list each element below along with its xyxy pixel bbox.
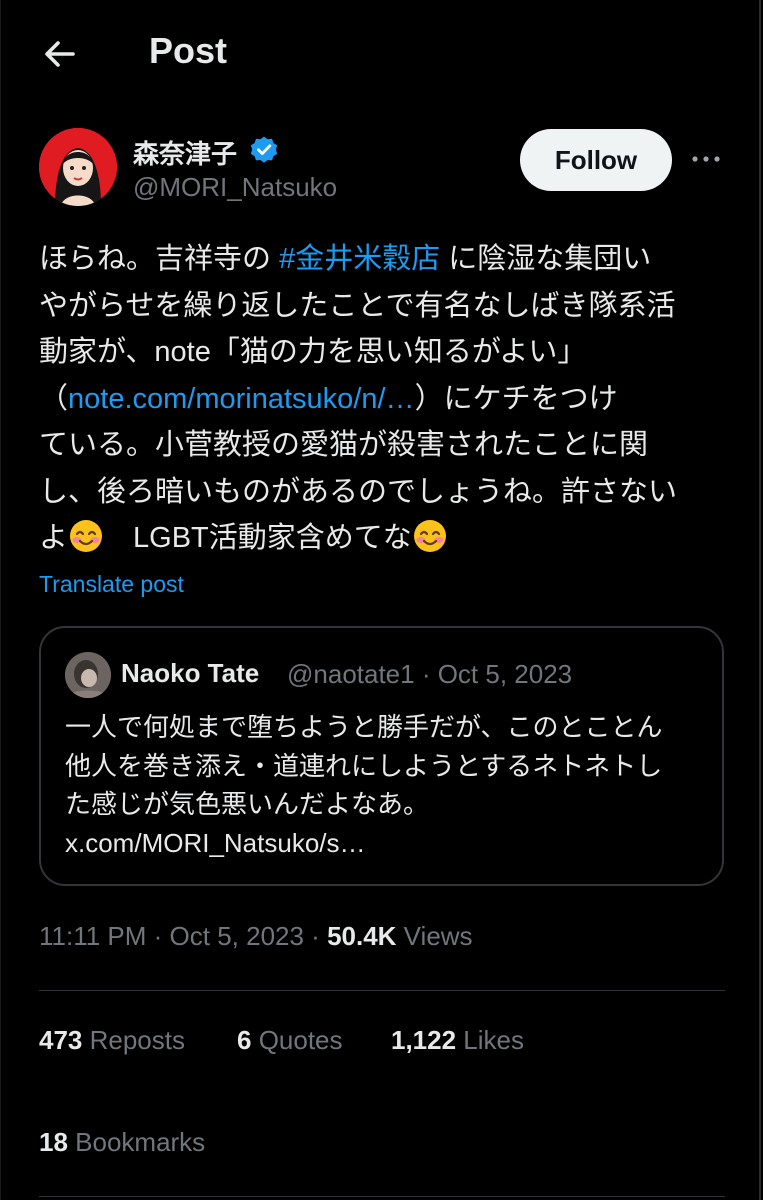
post-line: やがらせを繰り返したことで有名なしばき隊系活 xyxy=(39,289,676,322)
author-name[interactable]: 森奈津子 xyxy=(133,134,237,171)
post-line: よ LGBT活動家含めてな xyxy=(39,515,729,562)
translate-post-link[interactable]: Translate post xyxy=(39,571,184,598)
top-bar: Post xyxy=(1,0,762,108)
hashtag-link[interactable]: #金井米穀店 xyxy=(279,243,440,275)
quoted-line: た感じが気色悪いんだよなあ。 xyxy=(65,789,430,819)
smiling-face-emoji-icon xyxy=(413,520,446,552)
more-options-icon[interactable] xyxy=(689,146,723,172)
page-title: Post xyxy=(149,30,228,71)
reposts-stat[interactable]: 473 Reposts xyxy=(39,1025,185,1056)
follow-button[interactable]: Follow xyxy=(520,129,672,191)
views-count: 50.4K xyxy=(327,921,397,951)
quoted-line: 他人を巻き添え・道連れにしようとするネトネトし xyxy=(65,750,663,781)
quoted-author-name[interactable]: Naoko Tate xyxy=(121,658,259,689)
views-label: Views xyxy=(396,921,473,951)
bookmarks-stat[interactable]: 18 Bookmarks xyxy=(39,1127,205,1158)
author-handle[interactable]: @MORI_Natsuko xyxy=(133,172,337,203)
post-line: 動家が、note「猫の力を思い知るがよい」 xyxy=(39,336,587,368)
divider xyxy=(39,990,725,991)
post-line: ている。小菅教授の愛猫が殺害されたことに関 xyxy=(39,429,649,461)
smiling-face-emoji-icon xyxy=(70,520,103,552)
post-line: し、後ろ暗いものがあるのでしょうね。許さない xyxy=(39,475,678,508)
quoted-line: 一人で何処まで堕ちようと勝手だが、このとことん xyxy=(65,712,663,742)
post-line: ほらね。吉祥寺の #金井米穀店 に陰湿な集団い xyxy=(39,243,652,275)
verified-badge-icon xyxy=(250,136,278,163)
quoted-link[interactable]: x.com/MORI_Natsuko/s… xyxy=(65,824,705,863)
post-text: ほらね。吉祥寺の #金井米穀店 に陰湿な集団い やがらせを繰り返したことで有名な… xyxy=(39,236,729,562)
quoted-post-text: 一人で何処まで堕ちようと勝手だが、このとことん 他人を巻き添え・道連れにしようと… xyxy=(65,708,705,862)
quoted-post-card[interactable]: Naoko Tate @naotate1 · Oct 5, 2023 一人で何処… xyxy=(39,626,724,886)
post-timestamp-views: 11:11 PM · Oct 5, 2023 · 50.4K Views xyxy=(39,921,473,952)
note-link[interactable]: note.com/morinatsuko/n/… xyxy=(68,383,415,415)
post-timestamp[interactable]: 11:11 PM · Oct 5, 2023 · xyxy=(39,921,327,951)
likes-stat[interactable]: 1,122 Likes xyxy=(391,1025,524,1056)
quotes-stat[interactable]: 6 Quotes xyxy=(237,1025,343,1056)
back-arrow-icon[interactable] xyxy=(39,34,79,74)
quoted-author-avatar[interactable] xyxy=(65,652,111,698)
quoted-handle-date: @naotate1 · Oct 5, 2023 xyxy=(287,659,573,689)
screen: Post 森奈津子 @MORI_Natsuko Follow ほらね。吉祥寺の … xyxy=(0,0,761,1200)
author-avatar[interactable] xyxy=(39,128,117,206)
post-line: （note.com/morinatsuko/n/…）にケチをつけ xyxy=(39,382,618,415)
divider xyxy=(39,1196,725,1197)
